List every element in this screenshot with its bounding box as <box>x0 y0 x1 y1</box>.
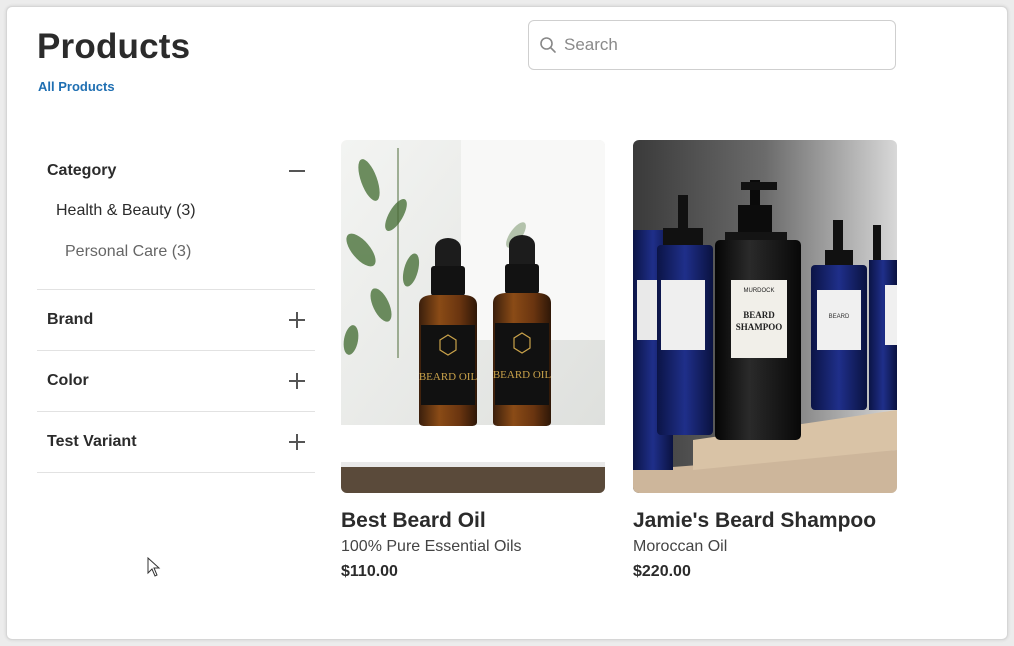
product-image-beard-shampoo[interactable]: BEARD MURDOCK BEARD SHAMPOO <box>633 140 897 493</box>
filter-group-brand: Brand <box>37 290 315 351</box>
filter-label: Brand <box>47 311 94 328</box>
breadcrumb-all-products[interactable]: All Products <box>38 79 115 94</box>
filter-label: Color <box>47 372 89 389</box>
plus-icon[interactable] <box>289 373 305 389</box>
svg-text:SHAMPOO: SHAMPOO <box>736 322 783 332</box>
product-card[interactable]: BEARD OIL BEARD OIL Best Beard Oil 100% … <box>341 140 605 581</box>
product-description: 100% Pure Essential Oils <box>341 538 522 555</box>
search-icon <box>540 37 556 53</box>
filter-header-category[interactable]: Category <box>37 142 315 200</box>
app-window: Products All Products Category Health & … <box>6 6 1008 640</box>
search-box[interactable] <box>528 20 896 70</box>
product-price: $220.00 <box>633 563 691 580</box>
product-image-beard-oil[interactable]: BEARD OIL BEARD OIL <box>341 140 605 493</box>
svg-text:MURDOCK: MURDOCK <box>744 288 775 294</box>
product-name[interactable]: Best Beard Oil <box>341 507 605 535</box>
product-card[interactable]: BEARD MURDOCK BEARD SHAMPOO Jamie's Bear… <box>633 140 897 581</box>
svg-text:BEARD: BEARD <box>743 310 775 320</box>
page-title: Products <box>37 27 191 66</box>
product-price: $110.00 <box>341 563 398 580</box>
category-item-personal-care[interactable]: Personal Care (3) <box>37 241 315 289</box>
search-input[interactable] <box>562 34 866 56</box>
filter-group-color: Color <box>37 351 315 412</box>
filter-label: Category <box>47 162 117 179</box>
filter-header-brand[interactable]: Brand <box>37 290 315 350</box>
category-item-health-beauty[interactable]: Health & Beauty (3) <box>37 200 315 241</box>
svg-text:BEARD: BEARD <box>829 314 850 320</box>
filter-label: Test Variant <box>47 433 137 450</box>
filter-group-category: Category Health & Beauty (3) Personal Ca… <box>37 142 315 290</box>
plus-icon[interactable] <box>289 312 305 328</box>
product-name[interactable]: Jamie's Beard Shampoo <box>633 507 897 535</box>
filter-header-color[interactable]: Color <box>37 351 315 411</box>
plus-icon[interactable] <box>289 434 305 450</box>
product-description: Moroccan Oil <box>633 538 728 555</box>
filter-header-test-variant[interactable]: Test Variant <box>37 412 315 472</box>
filter-group-test-variant: Test Variant <box>37 412 315 473</box>
minus-icon[interactable] <box>289 163 305 179</box>
mouse-cursor-icon <box>147 557 161 577</box>
filter-sidebar: Category Health & Beauty (3) Personal Ca… <box>37 142 315 473</box>
svg-text:BEARD OIL: BEARD OIL <box>419 371 478 383</box>
svg-text:BEARD OIL: BEARD OIL <box>493 369 552 381</box>
